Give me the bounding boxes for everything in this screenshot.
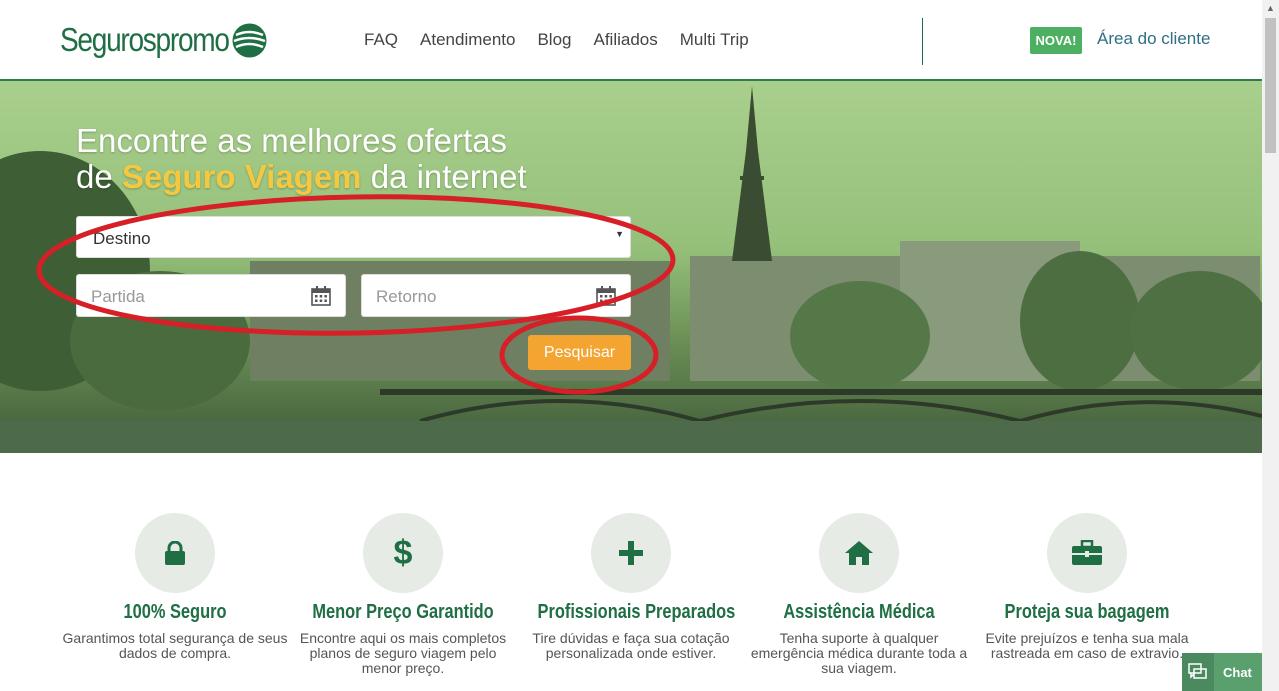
hero-title-prefix: de [76, 158, 113, 195]
feature-title: Profissionais Preparados [537, 601, 736, 623]
site-header: Segurospromo FAQ Atendimento Blog Afilia… [0, 0, 1262, 81]
calendar-icon[interactable] [311, 286, 331, 306]
feature-title: 100% Seguro [123, 601, 227, 623]
feature-icon-circle [135, 513, 215, 593]
chat-bubble-icon [1182, 653, 1214, 691]
logo-text: Segurospromo [60, 21, 230, 58]
search-button[interactable]: Pesquisar [528, 335, 631, 370]
nav-faq[interactable]: FAQ [364, 30, 398, 50]
chat-label: Chat [1223, 664, 1252, 680]
feature-text: Encontre aqui os mais completos planos d… [299, 630, 507, 676]
feature-icon-circle [591, 513, 671, 593]
nav-afiliados[interactable]: Afiliados [594, 30, 658, 50]
feature-icon-circle [1047, 513, 1127, 593]
caret-down-icon: ▼ [615, 229, 624, 239]
hero-title-suffix: da internet [370, 158, 527, 195]
scroll-up-arrow-icon[interactable]: ▲ [1262, 0, 1279, 17]
logo-mark-icon [232, 23, 267, 58]
calendar-icon[interactable] [596, 286, 616, 306]
return-date-input[interactable] [374, 286, 588, 308]
feature-text: Garantimos total segurança de seus dados… [62, 630, 288, 661]
new-badge: NOVA! [1030, 27, 1082, 54]
destination-value: Destino [93, 229, 151, 248]
scroll-thumb[interactable] [1265, 18, 1276, 153]
hero-title-highlight: Seguro Viagem [121, 158, 362, 195]
client-area-link[interactable]: Área do cliente [1097, 29, 1210, 49]
lock-icon [165, 541, 185, 565]
feature-card: Assistência Médica Tenha suporte à qualq… [745, 513, 973, 676]
briefcase-icon [1072, 540, 1102, 565]
plus-icon [619, 541, 643, 565]
feature-card: $ Menor Preço Garantido Encontre aqui os… [289, 513, 517, 676]
home-icon [845, 541, 873, 565]
feature-icon-circle [819, 513, 899, 593]
feature-icon-circle: $ [363, 513, 443, 593]
hero-title: Encontre as melhores ofertas de Seguro V… [76, 123, 527, 195]
nav-blog[interactable]: Blog [537, 30, 571, 50]
feature-card: Proteja sua bagagem Evite prejuízos e te… [973, 513, 1201, 661]
destination-select[interactable]: Destino ▼ [76, 216, 631, 258]
return-date-field[interactable] [361, 274, 631, 317]
main-nav: FAQ Atendimento Blog Afiliados Multi Tri… [364, 30, 771, 50]
dollar-icon: $ [393, 533, 413, 572]
feature-text: Tenha suporte à qualquer emergência médi… [750, 630, 968, 676]
chat-widget-button[interactable]: Chat [1182, 653, 1262, 691]
departure-date-field[interactable] [76, 274, 346, 317]
features-section: 100% Seguro Garantimos total segurança d… [0, 453, 1262, 691]
feature-text: Evite prejuízos e tenha sua mala rastrea… [985, 630, 1189, 661]
page-scrollbar[interactable]: ▲ [1262, 0, 1279, 691]
feature-text: Tire dúvidas e faça sua cotação personal… [532, 630, 730, 661]
hero-section: Encontre as melhores ofertas de Seguro V… [0, 81, 1262, 453]
header-divider [922, 18, 923, 65]
hero-title-line1: Encontre as melhores ofertas [76, 122, 508, 159]
feature-title: Assistência Médica [783, 601, 935, 623]
site-logo[interactable]: Segurospromo [60, 20, 267, 60]
feature-card: 100% Seguro Garantimos total segurança d… [61, 513, 289, 661]
feature-title: Proteja sua bagagem [1004, 601, 1170, 623]
nav-multi-trip[interactable]: Multi Trip [680, 30, 749, 50]
departure-date-input[interactable] [89, 286, 303, 308]
feature-card: Profissionais Preparados Tire dúvidas e … [517, 513, 745, 661]
feature-title: Menor Preço Garantido [312, 601, 494, 623]
nav-atendimento[interactable]: Atendimento [420, 30, 515, 50]
